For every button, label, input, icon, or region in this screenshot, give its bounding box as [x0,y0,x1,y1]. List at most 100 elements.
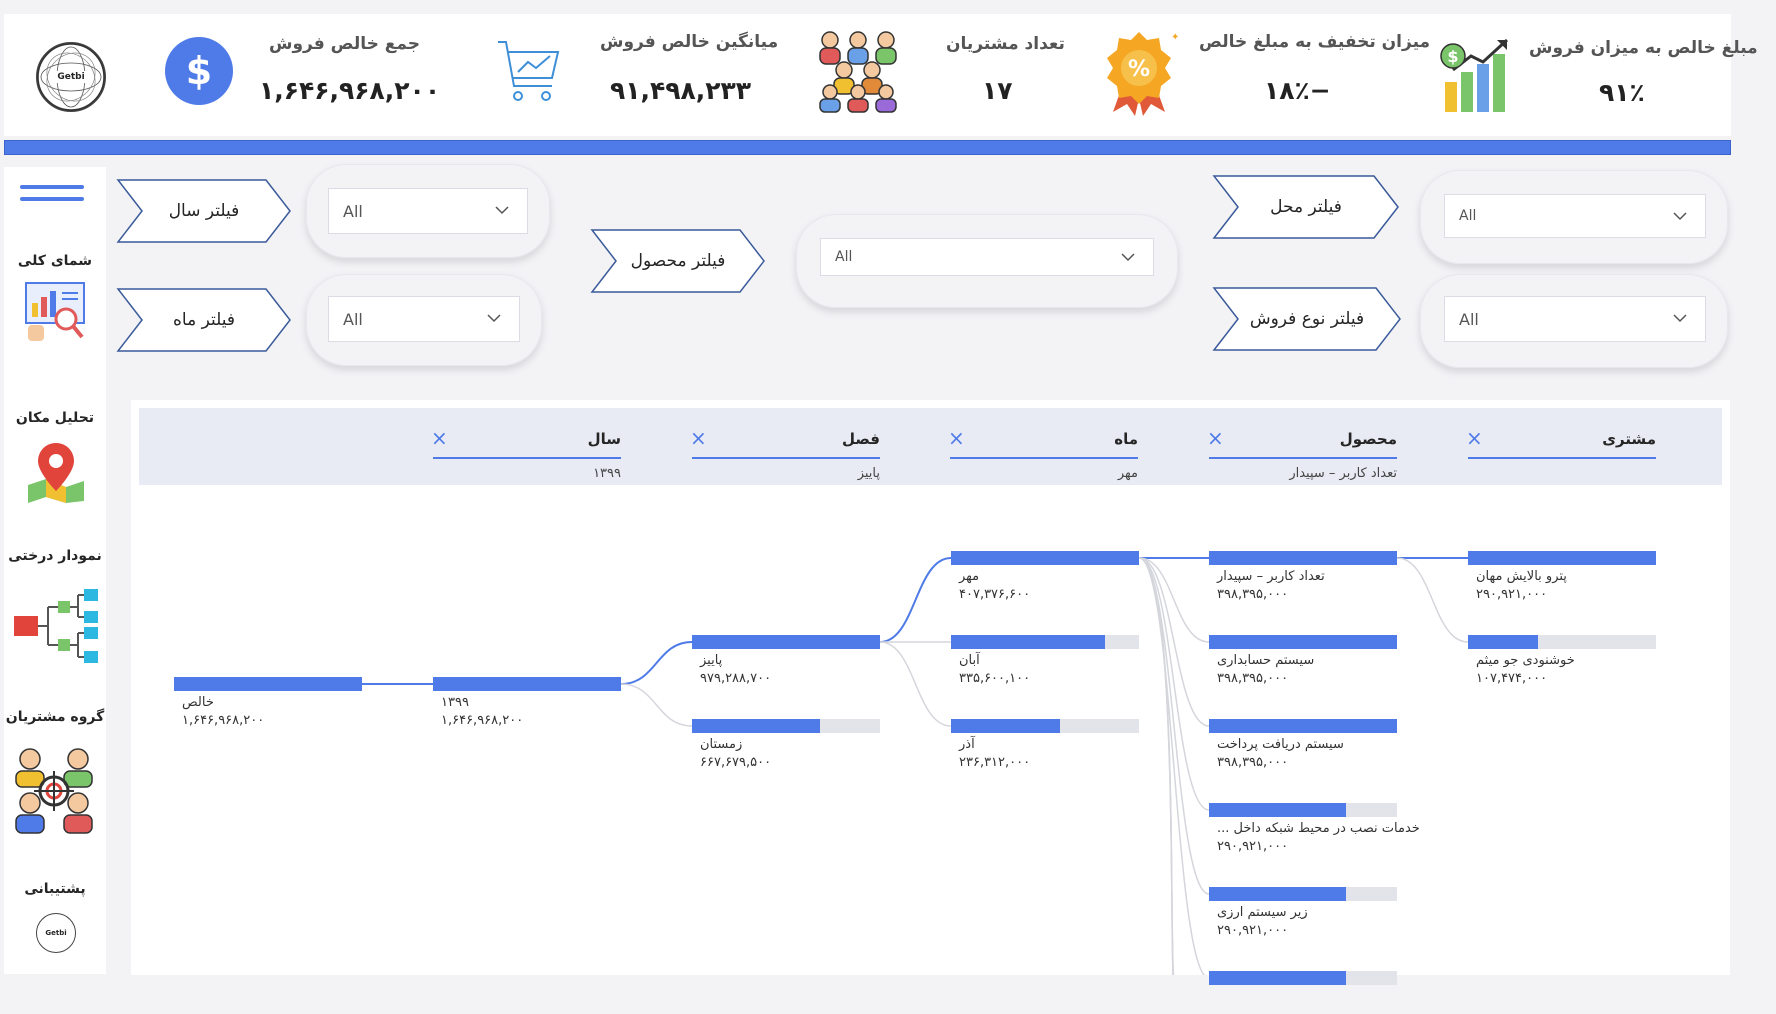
kpi-title: میزان تخفیف به مبلغ خالص [1199,32,1431,52]
node-value: ۶۶۷,۶۷۹,۵۰۰ [700,755,772,770]
month-filter-label: فیلتر ماه [116,287,292,353]
chevron-down-icon [487,314,501,323]
sidebar-logo-text: Getbi [45,929,67,937]
svg-text:$: $ [186,49,212,93]
node-value: ۹۷۹,۲۸۸,۷۰۰ [700,671,772,686]
chevron-down-icon [1121,253,1135,262]
tree-connectors [362,557,1469,975]
node-label: خدمات نصب در محیط شبکه داخل ... [1217,821,1420,836]
svg-text:✦: ✦ [1171,32,1179,43]
node-label: خوشنودی جو میثم [1476,653,1575,668]
svg-text:$: $ [1447,47,1458,66]
node-value: ۲۹۰,۹۲۱,۰۰۰ [1217,839,1289,854]
month-filter-select[interactable]: All [328,296,520,342]
kpi-title: مبلغ خالص به میزان فروش [1529,38,1758,58]
select-value: All [343,309,363,329]
tree-connector [879,557,952,643]
node-label: زیر سیستم ارزی [1217,905,1308,920]
node-label: آذر [959,737,975,752]
kpi-value: −۱۸٪ [1264,76,1331,105]
year-filter-label: فیلتر سال [116,178,292,244]
svg-text:%: % [1128,57,1150,82]
hamburger-menu-icon[interactable] [20,185,84,209]
sale-type-filter-label: فیلتر نوع فروش [1212,286,1402,352]
node-bar-fill [1209,803,1346,817]
kpi-title: میانگین خالص فروش [600,32,779,52]
node-value: ۴۰۷,۳۷۶,۶۰۰ [959,587,1031,602]
node-bar-fill [174,677,362,691]
node-bar-fill [1468,551,1656,565]
node-bar-fill [692,635,880,649]
sidebar-item-label[interactable]: نمودار درختی [4,548,106,564]
select-value: All [835,249,853,265]
sale-type-filter-select[interactable]: All [1444,296,1706,342]
product-filter-select[interactable]: All [820,238,1154,276]
growth-chart-icon: $ [1440,38,1509,112]
select-value: All [1459,309,1479,329]
sidebar-item-label[interactable]: تحلیل مکان [4,410,106,426]
kpi-value: ۱,۶۴۶,۹۶۸,۲۰۰ [259,76,441,105]
tree-connector [1138,557,1206,975]
node-label: سیستم حسابداری [1217,653,1315,668]
decomposition-tree: سال × ۱۳۹۹ فصل × پاییز ماه × مهر محصول ×… [131,400,1730,985]
kpi-discount: % ✦ میزان تخفیف به مبلغ خالص −۱۸٪ [1099,14,1430,136]
sidebar: شمای کلی تحلیل مکان نمودار درختی گروه مش… [4,167,106,974]
node-value: ۱,۶۴۶,۹۶۸,۲۰۰ [441,713,524,728]
kpi-title: جمع خالص فروش [269,34,421,54]
sale-type-filter-pill: All [1420,274,1728,368]
tree-diagram-icon[interactable] [12,587,100,665]
month-filter-pill: All [306,274,542,366]
product-filter-label: فیلتر محصول [590,228,766,294]
kpi-value: ۹۱٪ [1599,78,1645,107]
sidebar-item-label[interactable]: گروه مشتریان [4,709,106,725]
location-filter-pill: All [1420,170,1728,264]
node-bar-fill [1209,551,1397,565]
node-bar-fill [692,719,820,733]
kpi-total-net-sales: $ جمع خالص فروش ۱,۶۴۶,۹۶۸,۲۰۰ [154,14,444,136]
chevron-down-icon [1673,212,1687,221]
getbi-logo-icon[interactable]: Getbi [36,913,76,953]
dollar-icon: $ [165,37,233,105]
node-label: زمستان [700,737,743,752]
getbi-logo: Getbi [36,42,106,112]
tree-connector [620,683,693,727]
tree-connector [620,641,693,685]
year-filter-select[interactable]: All [328,188,528,234]
dashboard-analysis-icon[interactable] [22,279,88,345]
node-bar-fill [951,635,1105,649]
kpi-customers: تعداد مشتریان ۱۷ [814,14,1065,136]
sidebar-item-label[interactable]: پشتیبانی [4,881,106,897]
kpi-header: Getbi $ جمع خالص فروش ۱,۶۴۶,۹۶۸,۲۰۰ میان… [4,14,1758,136]
people-group-icon [819,31,897,113]
node-bar-fill [951,719,1060,733]
discount-badge-icon: % ✦ [1107,32,1179,116]
select-value: All [1459,208,1477,224]
customer-group-icon[interactable] [10,745,100,835]
tree-connector [1396,557,1469,643]
node-label: خالص [182,695,214,710]
node-label: پترو بالایش مهان [1476,569,1567,584]
node-bar-fill [1209,719,1397,733]
node-label: پاییز [700,653,723,668]
tree-connector [1138,557,1210,895]
node-value: ۱,۶۴۶,۹۶۸,۲۰۰ [182,713,265,728]
filter-label-text: فیلتر ماه [173,310,235,330]
node-value: ۳۹۸,۳۹۵,۰۰۰ [1217,587,1289,602]
year-filter-pill: All [306,164,550,258]
sidebar-item-label[interactable]: شمای کلی [4,253,106,269]
node-label: مهر [959,569,980,584]
map-pin-icon[interactable] [26,439,86,503]
select-value: All [343,201,363,221]
logo-text: Getbi [57,72,85,82]
node-value: ۱۰۷,۴۷۴,۰۰۰ [1476,671,1548,686]
location-filter-select[interactable]: All [1444,194,1706,238]
node-value: ۳۹۸,۳۹۵,۰۰۰ [1217,755,1289,770]
node-bar-fill [433,677,621,691]
node-value: ۲۹۰,۹۲۱,۰۰۰ [1217,923,1289,938]
kpi-value: ۱۷ [982,76,1013,105]
node-bar-fill [951,551,1139,565]
kpi-title: تعداد مشتریان [946,34,1065,54]
kpi-net-sales-ratio: $ مبلغ خالص به میزان فروش ۹۱٪ [1429,14,1758,136]
location-filter-label: فیلتر محل [1212,174,1400,240]
node-value: ۳۳۵,۶۰۰,۱۰۰ [959,671,1031,686]
